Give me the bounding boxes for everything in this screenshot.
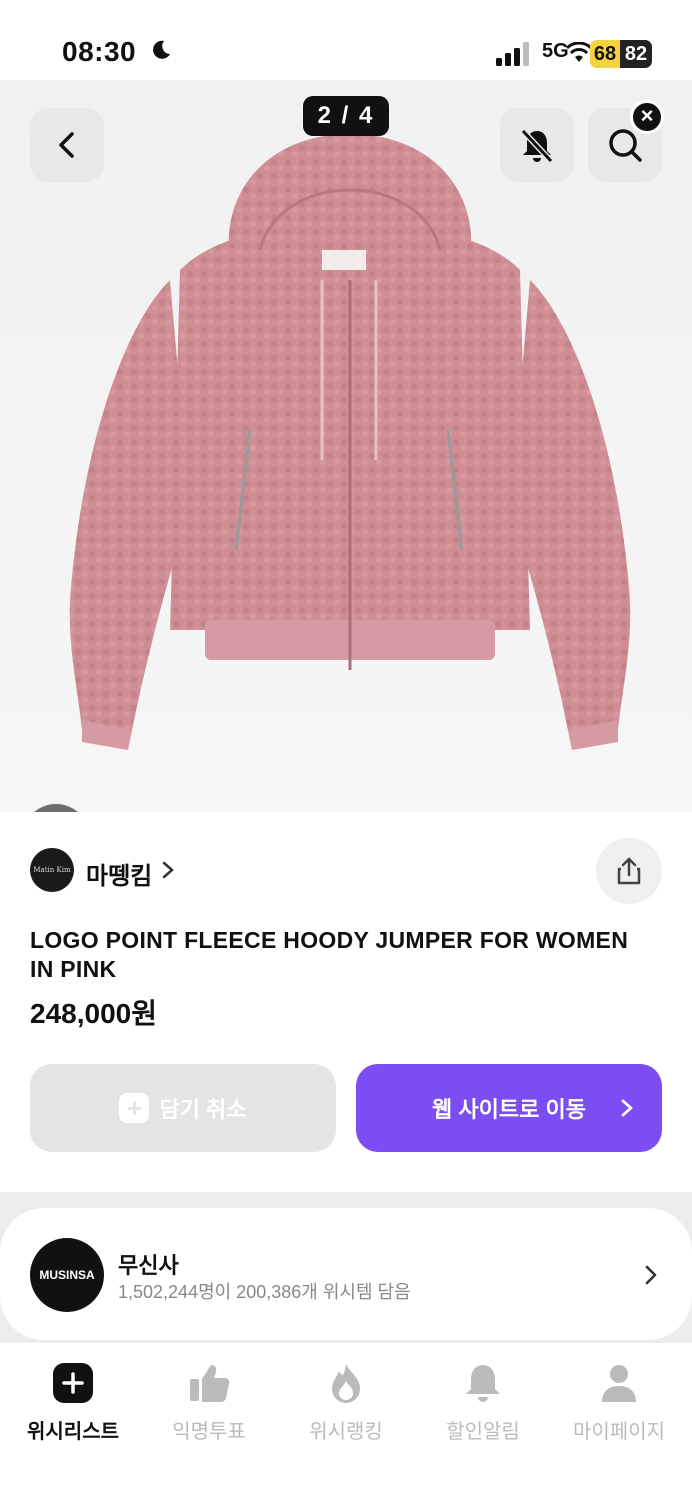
share-button[interactable] [596,838,662,904]
image-page-indicator: 2 / 4 [303,96,389,136]
wifi-icon [566,42,592,62]
product-title: LOGO POINT FLEECE HOODY JUMPER FOR WOMEN… [30,927,629,982]
tab-discount-alert[interactable]: 할인알림 [414,1357,552,1444]
chevron-right-icon [621,1099,633,1117]
tab-my-page[interactable]: 마이페이지 [550,1357,688,1444]
status-time: 08:30 [62,36,137,67]
store-name: 무신사 [118,1253,179,1278]
store-logo: MUSINSA [30,1238,104,1312]
tab-label: 위시리스트 [27,1421,119,1443]
go-to-website-label: 웹 사이트로 이동 [432,1097,586,1122]
brand-name[interactable]: 마뗑킴 [86,856,152,891]
back-button[interactable] [30,108,104,182]
tab-label: 마이페이지 [573,1421,665,1443]
purchase-check-button[interactable] [22,804,90,812]
product-price: 248,000원 [30,998,157,1029]
product-image [69,134,631,750]
tab-wish-ranking[interactable]: 위시랭킹 [277,1357,415,1444]
tab-anonymous-vote[interactable]: 익명투표 [140,1357,278,1444]
status-bar: 08:30 5G 68 82 [0,0,692,80]
battery-indicator: 68 82 [590,40,652,68]
close-icon[interactable]: × [630,100,664,134]
battery-percent: 68 [593,43,617,65]
chevron-left-icon [59,132,74,158]
store-card[interactable]: MUSINSA 무신사 1,502,244명이 200,386개 위시템 담음 [0,1208,692,1340]
cancel-wish-button[interactable]: + 담기 취소 [30,1064,336,1152]
bottom-tab-bar: 위시리스트 익명투표 위시랭킹 할인알림 마이페이지 [0,1342,692,1500]
store-stats: 1,502,244명이 200,386개 위시템 담음 [118,1282,411,1302]
fire-icon [332,1364,360,1403]
plus-icon [53,1363,93,1403]
cancel-wish-label: 담기 취소 [159,1097,247,1122]
network-type: 5G [542,40,569,62]
person-icon [602,1365,636,1402]
plus-icon: + [119,1093,150,1123]
chevron-right-icon[interactable] [160,860,176,880]
thumbs-up-icon [190,1365,230,1402]
bell-off-icon [520,128,554,164]
chevron-right-icon [645,1265,657,1285]
go-to-website-button[interactable]: 웹 사이트로 이동 [356,1064,662,1152]
mute-notification-button[interactable] [500,108,574,182]
cellular-signal-icon [496,42,529,66]
product-info-card: Matin Kim 마뗑킴 LOGO POINT FLEECE HOODY JU… [0,812,692,1192]
share-icon [617,857,641,885]
battery-percent-alt: 82 [620,40,652,68]
tab-label: 할인알림 [446,1421,520,1443]
tab-label: 위시랭킹 [309,1421,383,1443]
tab-wishlist[interactable]: 위시리스트 [4,1357,142,1444]
brand-logo[interactable]: Matin Kim [30,848,74,892]
bell-icon [466,1365,500,1402]
moon-icon [153,40,170,59]
tab-label: 익명투표 [172,1421,246,1443]
product-image-gallery[interactable] [0,80,692,812]
